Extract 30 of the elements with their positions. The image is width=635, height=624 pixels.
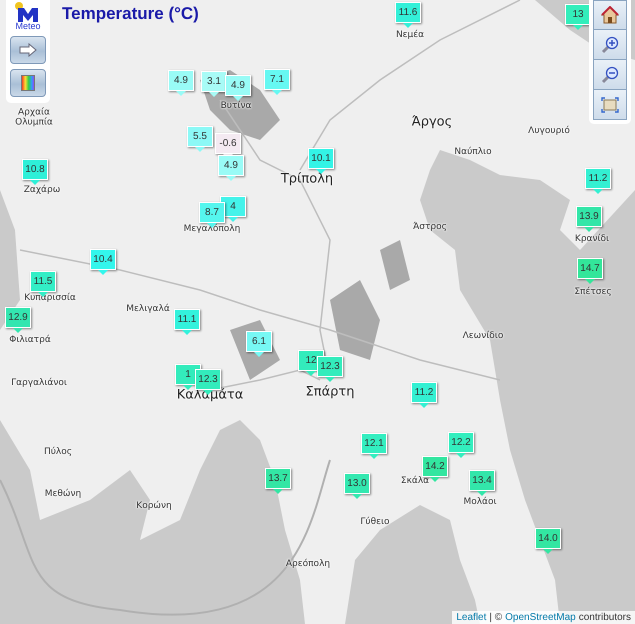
place-label: Σπάρτη — [306, 384, 354, 400]
place-label: Μεγαλόπολη — [184, 224, 240, 234]
attribution-separator: | © — [489, 612, 502, 623]
place-label: Ναύπλιο — [454, 147, 492, 157]
place-label: Βυτίνα — [220, 101, 252, 111]
map-title: Temperature (°C) — [62, 4, 199, 24]
place-label: Λεωνίδιο — [462, 331, 504, 341]
place-label: Αρεόπολη — [286, 559, 330, 569]
place-label: Μελιγαλά — [126, 304, 170, 314]
place-label: Κρανίδι — [574, 234, 610, 244]
attribution-text: contributors — [578, 612, 631, 623]
place-label: Γαργαλιάνοι — [11, 378, 67, 388]
place-label: Καλαμάτα — [176, 388, 244, 402]
place-label: Κυπαρισσία — [24, 293, 76, 303]
place-label: Μεθώνη — [44, 489, 82, 499]
place-label: Σπέτσες — [574, 287, 612, 297]
place-label: Φιλιατρά — [9, 335, 51, 345]
place-label: Λυγουριό — [528, 126, 570, 136]
logo: Meteo — [14, 0, 42, 31]
place-label: Πύλος — [44, 447, 72, 457]
place-label: Νεμέα — [396, 30, 424, 40]
place-label: Άργος — [412, 114, 452, 130]
place-label: Γύθειο — [360, 517, 390, 527]
place-label: Σκάλα — [400, 476, 430, 486]
place-label: Αρχαία Ολυμπία — [14, 108, 54, 128]
place-label: Κορώνη — [136, 501, 172, 511]
place-label: Άστρος — [413, 222, 447, 232]
place-label: Τρίπολη — [280, 172, 334, 186]
place-label: Μολάοι — [463, 497, 497, 507]
place-label: Ζαχάρω — [24, 185, 60, 195]
